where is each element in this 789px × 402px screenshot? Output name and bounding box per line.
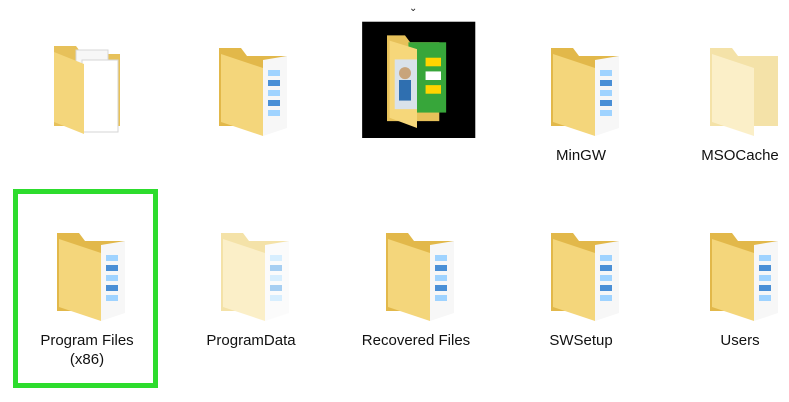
folder-label: SWSetup — [549, 332, 613, 349]
folder-with-blue-stripe-icon — [356, 193, 476, 323]
folder-faded-icon — [680, 8, 789, 138]
folder-with-blue-stripe-icon — [521, 193, 641, 323]
folder-item[interactable]: Recovered Files — [341, 193, 491, 383]
cursor-artifact-icon: ⌄ — [409, 3, 418, 14]
folder-item[interactable]: MSOCache — [665, 8, 789, 198]
folder-item[interactable] — [174, 8, 324, 198]
folder-grid: MinGW MSOCache Program Files (x86) Progr… — [0, 0, 789, 402]
folder-label: MSOCache — [701, 147, 779, 164]
folder-with-blue-stripe-icon — [521, 8, 641, 138]
folder-item[interactable] — [342, 8, 492, 198]
folder-faded-with-stripe-icon — [191, 193, 311, 323]
folder-with-blue-stripe-icon — [27, 193, 147, 323]
folder-with-blue-stripe-icon — [680, 193, 789, 323]
folder-item[interactable]: Program Files (x86) — [12, 193, 162, 383]
folder-label: Program Files (x86) — [40, 332, 134, 368]
folder-label: Recovered Files — [361, 332, 471, 349]
folder-item[interactable]: ProgramData — [176, 193, 326, 383]
folder-with-documents-icon — [24, 8, 144, 138]
folder-item[interactable]: Users — [665, 193, 789, 383]
folder-label: Users — [720, 332, 760, 349]
folder-label: MinGW — [556, 147, 606, 164]
folder-item[interactable]: MinGW — [506, 8, 656, 198]
folder-label: ProgramData — [206, 332, 296, 349]
folder-item[interactable]: SWSetup — [506, 193, 656, 383]
folder-with-blue-stripe-icon — [189, 8, 309, 138]
folder-with-photo-thumbnail-icon — [357, 8, 477, 138]
folder-item[interactable] — [9, 8, 159, 198]
